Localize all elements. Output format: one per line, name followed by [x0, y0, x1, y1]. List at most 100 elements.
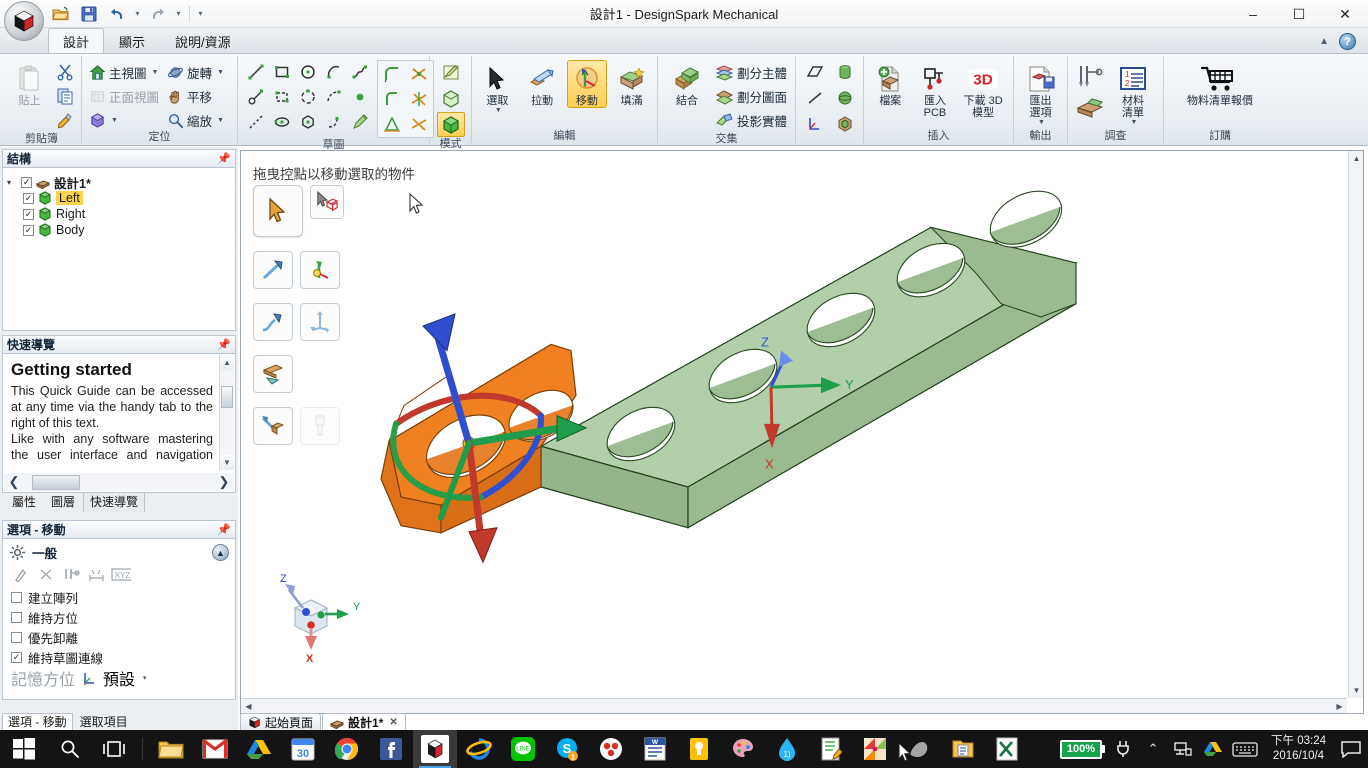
excel-icon[interactable] [985, 730, 1029, 768]
polyline-tool-icon[interactable] [347, 60, 372, 84]
calendar-icon[interactable]: 30 [281, 730, 325, 768]
section-mode-button[interactable] [437, 86, 465, 111]
viewport-scroll-down-icon[interactable]: ▼ [1349, 683, 1364, 698]
doc-tab-close-icon[interactable]: ✕ [389, 717, 397, 728]
paste-button[interactable]: 貼上 [7, 60, 52, 108]
arc-tool-icon[interactable] [321, 60, 346, 84]
quick-guide-vertical-scrollbar[interactable]: ▲ ▼ [219, 355, 234, 470]
maintain-sketch-connectivity-checkbox[interactable]: ✓ [11, 651, 22, 663]
minimize-button[interactable]: – [1230, 0, 1276, 28]
line-icon[interactable]: LINE [501, 730, 545, 768]
water-icon[interactable]: 1) [765, 730, 809, 768]
facebook-icon[interactable] [369, 730, 413, 768]
move-along-curve-tool-button[interactable] [253, 303, 293, 341]
point-tool-icon[interactable] [347, 85, 372, 109]
maintain-orientation-checkbox[interactable] [11, 611, 22, 623]
photos-icon[interactable] [853, 730, 897, 768]
xyz-icon[interactable]: XYZ [111, 566, 131, 583]
fillet-tool-icon[interactable] [379, 62, 405, 86]
viewport-vertical-scrollbar[interactable]: ▲ ▼ [1348, 151, 1363, 698]
scroll-up-icon[interactable]: ▲ [220, 355, 234, 370]
import-pcb-button[interactable]: 匯入 PCB [914, 60, 957, 120]
option-maintain-orientation[interactable]: 維持方位 [3, 607, 235, 627]
google-drive-icon[interactable] [237, 730, 281, 768]
axis-icon[interactable] [801, 112, 829, 136]
measure-button[interactable] [1073, 62, 1107, 92]
export-options-button[interactable]: 匯出 選項 ▼ [1019, 60, 1062, 127]
undo-arrow-icon[interactable] [104, 3, 130, 25]
view-triad[interactable]: Z Y X [263, 568, 373, 663]
tab-help-resources[interactable]: 說明/資源 [160, 28, 246, 53]
home-view-button[interactable]: 主視圖 ▼ [87, 60, 163, 84]
zoom-caret-icon[interactable]: ▼ [217, 117, 224, 124]
rotate-caret-icon[interactable]: ▼ [217, 69, 224, 76]
chrome-icon[interactable] [325, 730, 369, 768]
curve-tool-icon[interactable] [321, 110, 346, 134]
detach-move-tool-button[interactable] [253, 407, 293, 445]
extend-tool-icon[interactable] [406, 112, 432, 136]
save-disk-icon[interactable] [76, 3, 102, 25]
detach-icon[interactable] [36, 566, 56, 583]
sketch-icon[interactable] [897, 730, 941, 768]
view-cube-caret-icon[interactable]: ▼ [111, 117, 118, 124]
expand-triangle-icon[interactable]: ▾ [7, 178, 17, 187]
hexagon-tool-icon[interactable] [295, 110, 320, 134]
viewport-3d[interactable]: 拖曳控點以移動選取的物件 Z Y X Z Y X ▲ ▼ ◀ ▶ [240, 150, 1364, 714]
open-folder-icon[interactable] [48, 3, 74, 25]
doc-tab-design1[interactable]: 設計1* ✕ [322, 713, 406, 730]
doc-tab-start-page[interactable]: 起始頁面 [240, 713, 322, 730]
circle-tool-icon[interactable] [295, 60, 320, 84]
ruler-dimension-tool-button[interactable] [253, 355, 293, 393]
anchor-point-tool-button[interactable] [300, 251, 340, 289]
sketch-mode-button[interactable] [437, 60, 465, 85]
network-icon[interactable] [1171, 730, 1195, 768]
skype-icon[interactable]: S1 [545, 730, 589, 768]
collapse-section-icon[interactable]: ▲ [212, 544, 229, 561]
project-solid-button[interactable]: 投影實體 [713, 108, 789, 132]
insert-file-button[interactable]: 檔案 [869, 60, 912, 108]
move-three-axis-tool-button[interactable] [300, 303, 340, 341]
select-handle-tool-button[interactable] [253, 185, 303, 237]
paint-icon[interactable] [721, 730, 765, 768]
left-checkbox[interactable]: ✓ [23, 192, 34, 204]
pin-icon[interactable]: 📌 [217, 523, 231, 536]
vscroll-track[interactable] [220, 370, 234, 455]
memory-orientation-value[interactable]: 預設 [103, 666, 135, 690]
tab-quick-guide[interactable]: 快速導覽 [83, 491, 146, 512]
copy-button[interactable] [54, 84, 76, 108]
solid-mode-button[interactable] [436, 112, 465, 137]
vscroll-thumb[interactable] [221, 386, 233, 408]
undo-dropdown-icon[interactable]: ▾ [132, 9, 143, 18]
select-object-tool-button[interactable] [310, 185, 344, 219]
paste-ghost-tool-button[interactable] [300, 407, 340, 445]
fill-button[interactable]: 填滿 [611, 60, 652, 108]
combine-button[interactable]: 結合 [663, 60, 711, 108]
cut-button[interactable] [54, 60, 76, 84]
format-painter-button[interactable] [54, 108, 76, 132]
taskbar-clock[interactable]: 下午 03:24 2016/10/4 [1265, 734, 1332, 764]
dock-tab-selection[interactable]: 選取項目 [75, 714, 133, 730]
pin-icon[interactable]: 📌 [217, 338, 231, 351]
corner-tool-icon[interactable] [379, 87, 405, 111]
line-icon[interactable] [801, 86, 829, 110]
select-caret-icon[interactable]: ▼ [495, 107, 502, 114]
tab-layers[interactable]: 圖層 [44, 491, 82, 512]
hscroll-track[interactable] [24, 474, 214, 491]
offset-tool-icon[interactable] [379, 112, 405, 136]
bom-button[interactable]: 1 2 材料 清單 ▼ [1111, 60, 1155, 127]
move-direction-tool-button[interactable] [253, 251, 293, 289]
viewport-horizontal-scrollbar[interactable]: ◀ ▶ [241, 698, 1347, 713]
ruler-icon[interactable] [61, 566, 81, 583]
folder-doc-icon[interactable] [941, 730, 985, 768]
bom-caret-icon[interactable]: ▼ [1131, 119, 1138, 126]
plane-icon[interactable] [801, 60, 829, 84]
hscroll-thumb[interactable] [32, 474, 80, 490]
split-body-button[interactable]: 劃分主體 [713, 60, 789, 84]
google-drive-tray-icon[interactable] [1201, 730, 1225, 768]
option-create-pattern[interactable]: 建立陣列 [3, 587, 235, 607]
word-icon[interactable]: W [633, 730, 677, 768]
keyboard-icon[interactable] [1231, 730, 1259, 768]
memory-orientation-caret-icon[interactable]: ▾ [143, 674, 147, 682]
view-cube-button[interactable]: ▼ [87, 108, 163, 132]
rectangle-tool-icon[interactable] [269, 60, 294, 84]
